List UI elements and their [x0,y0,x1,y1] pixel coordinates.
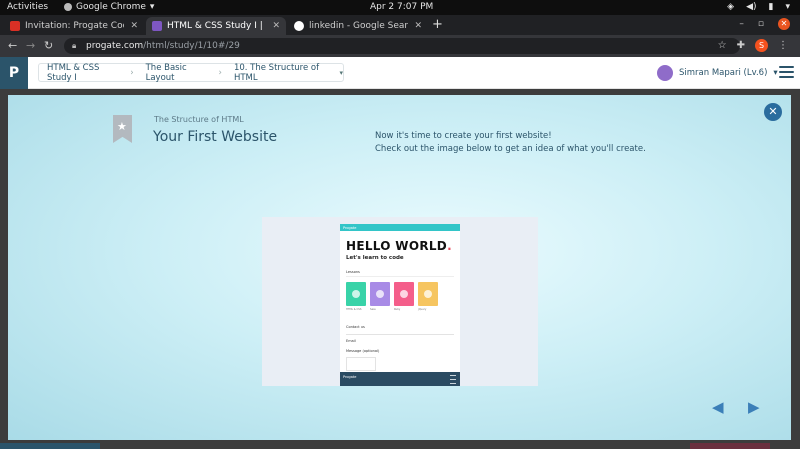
system-tray[interactable]: ◈ ◀) ▮ ▾ [727,2,790,12]
tab-title: Invitation: Progate Code [25,21,125,31]
preview-site: Progate HELLO WORLD. Let's learn to code… [340,224,460,386]
caret-down-icon: ▾ [785,2,790,12]
lesson-title: Your First Website [153,129,278,145]
tab-title: linkedin - Google Search [309,21,409,31]
next-slide-button[interactable]: ▶ [748,398,760,416]
url-bar[interactable]: 🔒︎ progate.com/html/study/1/10#/29 [64,38,740,54]
url-path: /html/study/1/10#/29 [143,41,240,51]
tab-google-search[interactable]: linkedin - Google Search ✕ [288,17,428,35]
slide-text-line: Now it's time to create your first websi… [375,131,552,141]
chevron-down-icon[interactable]: ▾ [340,69,344,77]
preview-lessons-label: Lessons [346,270,360,274]
window-close-button[interactable]: ✕ [778,18,790,30]
tab-strip: Invitation: Progate Code ✕ HTML & CSS St… [0,15,800,35]
preview-navbar: Progate [340,224,460,231]
breadcrumb: HTML & CSS Study I › The Basic Layout › … [38,63,344,83]
slide-description: Now it's time to create your first websi… [375,130,646,156]
close-icon[interactable]: ✕ [130,21,138,31]
chevron-right-icon: › [130,67,134,78]
reload-button[interactable]: ↻ [44,39,53,52]
preview-card [346,282,366,306]
preview-hello-heading: HELLO WORLD. [346,239,452,253]
slide-text-line: Check out the image below to get an idea… [375,144,646,154]
close-icon[interactable]: ✕ [272,21,280,31]
modal-close-button[interactable]: ✕ [764,103,782,121]
user-menu[interactable]: Simran Mapari (Lv.6) ▾ [657,65,778,81]
backdrop-strip [0,443,100,449]
preview-message-label: Message (optional) [346,349,380,353]
app-menu[interactable]: Google Chrome ▾ [64,2,154,12]
tab-title: HTML & CSS Study I | Prog [167,21,266,31]
close-icon[interactable]: ✕ [414,21,422,31]
forward-button[interactable]: → [26,39,35,52]
preview-subheading: Let's learn to code [346,255,404,261]
tab-invitation[interactable]: Invitation: Progate Code ✕ [4,17,144,35]
profile-avatar[interactable]: S [755,39,768,52]
preview-email-label: Email [346,339,356,343]
clock[interactable]: Apr 2 7:07 PM [370,2,433,12]
backdrop-strip [690,443,770,449]
chevron-right-icon: › [218,67,222,78]
preview-card-labels: HTML & CSS Sass Ruby jQuery [346,308,427,311]
bookmark-star-icon[interactable]: ☆ [718,40,727,51]
back-button[interactable]: ← [8,39,17,52]
chevron-down-icon: ▾ [149,2,155,12]
lesson-subtitle: The Structure of HTML [154,115,244,124]
breadcrumb-chapter[interactable]: The Basic Layout [146,63,207,83]
preview-card [370,282,390,306]
toolbar-actions: ☆ ✚ S ⋮ [718,39,788,52]
url-host: progate.com [86,41,144,51]
preview-lesson-cards [346,282,460,306]
activities-button[interactable]: Activities [7,2,48,12]
hamburger-menu-icon[interactable] [779,66,794,81]
avatar [657,65,673,81]
lock-icon: 🔒︎ [72,41,77,50]
kebab-menu-icon[interactable]: ⋮ [778,40,788,51]
maximize-button[interactable]: ▫ [758,19,764,29]
preview-card [418,282,438,306]
new-tab-button[interactable]: + [432,17,443,32]
battery-icon: ▮ [768,2,774,12]
bookmark-ribbon-icon: ★ [113,115,132,143]
progate-logo[interactable]: P [0,57,28,89]
wifi-icon: ◈ [727,2,735,12]
breadcrumb-lesson[interactable]: 10. The Structure of HTML [234,63,328,83]
website-preview-image: Progate HELLO WORLD. Let's learn to code… [262,217,538,386]
preview-brand: Progate [343,225,357,230]
preview-contact-label: Contact us [346,325,365,329]
chevron-down-icon: ▾ [773,68,778,78]
preview-card [394,282,414,306]
extensions-icon[interactable]: ✚ [737,40,745,51]
volume-icon: ◀) [746,2,757,12]
breadcrumb-course[interactable]: HTML & CSS Study I [47,63,118,83]
preview-footer: Progate [340,372,460,386]
window-controls: – ▫ ✕ [739,18,790,30]
tab-progate[interactable]: HTML & CSS Study I | Prog ✕ [146,17,286,35]
user-name: Simran Mapari (Lv.6) [679,68,768,78]
google-icon [294,21,304,31]
minimize-button[interactable]: – [739,19,744,29]
progate-favicon-icon [152,21,162,31]
progate-header: P HTML & CSS Study I › The Basic Layout … [0,57,800,89]
gmail-icon [10,21,20,31]
app-name: Google Chrome [76,2,146,12]
slide-modal: ★ The Structure of HTML Your First Websi… [8,95,791,440]
system-top-bar: Activities Google Chrome ▾ Apr 2 7:07 PM… [0,0,800,15]
chrome-icon [64,3,72,11]
prev-slide-button[interactable]: ◀ [712,398,724,416]
address-toolbar: ← → ↻ 🔒︎ progate.com/html/study/1/10#/29… [0,35,800,57]
